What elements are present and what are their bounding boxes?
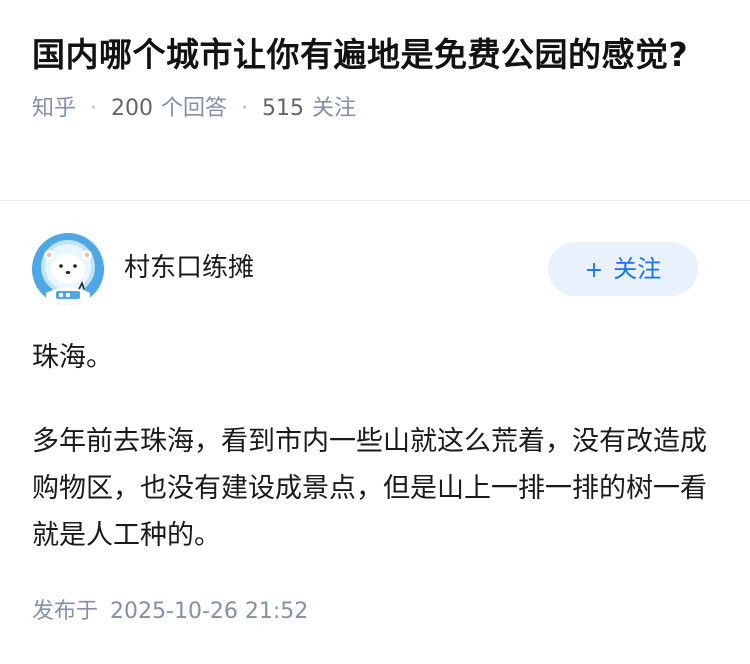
polar-bear-astronaut-avatar-icon [32, 233, 104, 305]
follower-count: 515 [262, 96, 305, 121]
answer-body: 珠海。 多年前去珠海，看到市内一些山就这么荒着，没有改造成购物区，也没有建设成景… [32, 334, 722, 559]
follow-button[interactable]: + 关注 [548, 242, 698, 296]
publish-timestamp: 2025-10-26 21:52 [110, 599, 309, 624]
answer-paragraph: 多年前去珠海，看到市内一些山就这么荒着，没有改造成购物区，也没有建设成景点，但是… [32, 426, 707, 551]
avatar[interactable] [32, 233, 104, 305]
header-divider [0, 200, 750, 201]
follow-button-label: 关注 [613, 255, 662, 283]
plus-icon: + [584, 258, 604, 283]
author-name[interactable]: 村东口练摊 [124, 251, 254, 285]
question-meta: 知乎 · 200 个回答 · 515 关注 [32, 94, 712, 124]
meta-separator: · [90, 96, 98, 121]
follower-count-unit[interactable]: 关注 [312, 94, 356, 124]
answer-count: 200 [111, 96, 154, 121]
publish-time: 发布于 2025-10-26 21:52 [32, 597, 308, 627]
meta-separator: · [241, 96, 249, 121]
answer-count-unit[interactable]: 个回答 [161, 94, 227, 124]
question-header: 国内哪个城市让你有遍地是免费公园的感觉? 知乎 · 200 个回答 · 515 … [32, 30, 712, 124]
answer-paragraph: 珠海。 [32, 342, 113, 373]
site-name[interactable]: 知乎 [32, 94, 76, 124]
question-title[interactable]: 国内哪个城市让你有遍地是免费公园的感觉? [32, 30, 712, 80]
author-row: 村东口练摊 + 关注 [32, 233, 698, 307]
publish-label: 发布于 [32, 599, 99, 624]
